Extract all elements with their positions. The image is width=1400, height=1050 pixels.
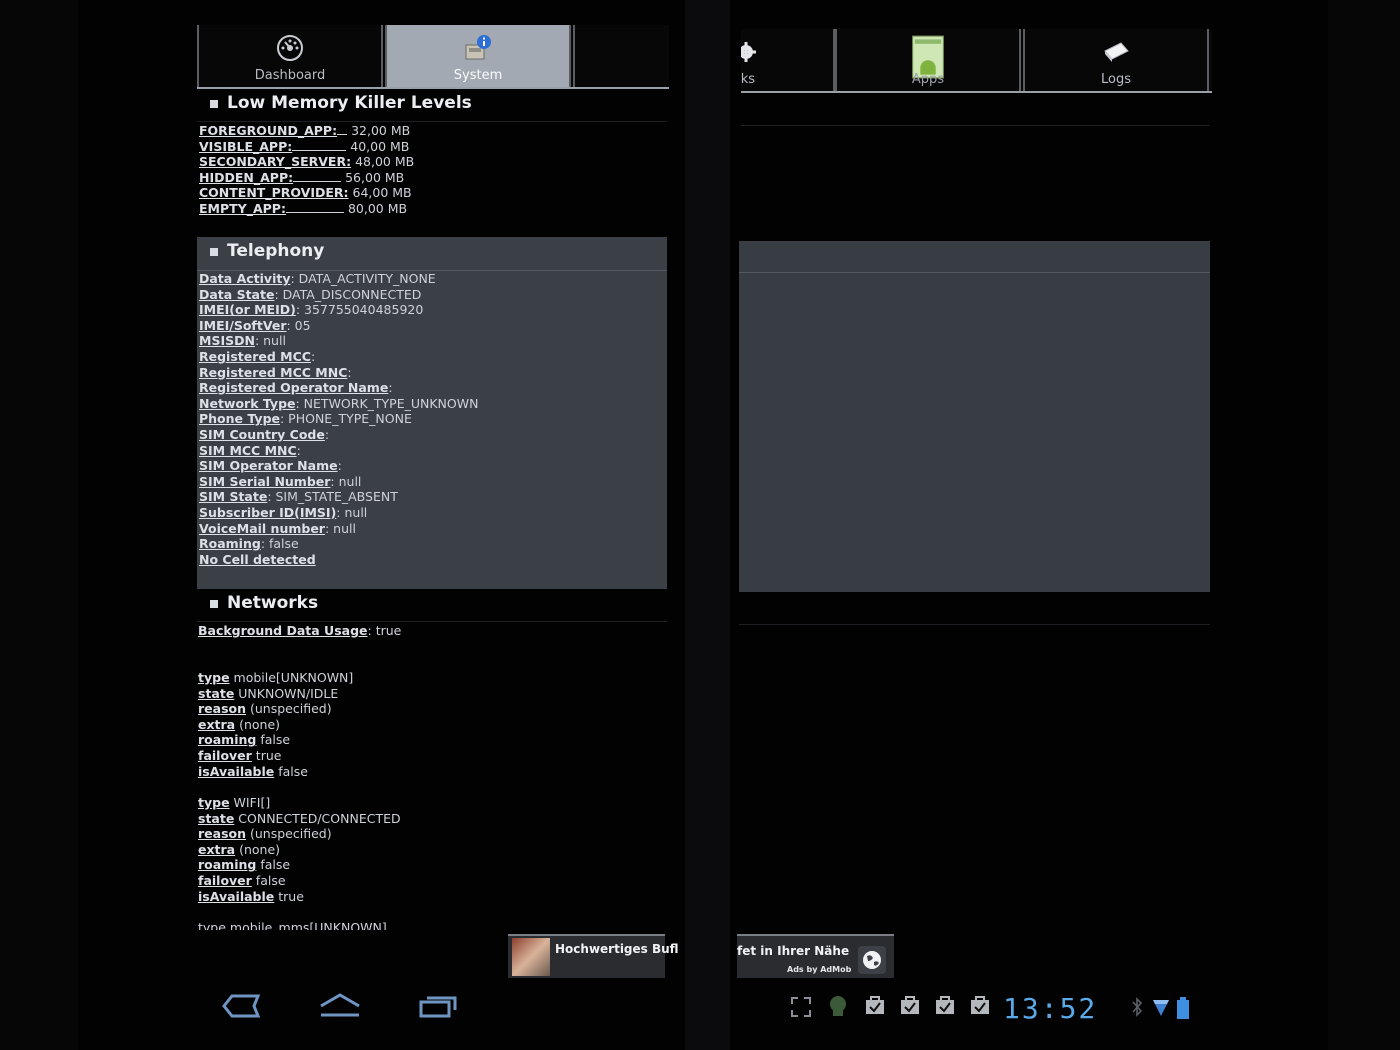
battery-icon xyxy=(1177,997,1189,1019)
list-item: VoiceMail number: null xyxy=(199,520,356,536)
section-title: Telephony xyxy=(227,241,325,261)
tab-label: Apps xyxy=(911,72,945,87)
tab-dashboard[interactable]: Dashboard xyxy=(197,25,383,87)
list-item: IMEI(or MEID): 357755040485920 xyxy=(199,302,424,318)
tab-tasks-right[interactable]: sks xyxy=(741,29,835,91)
list-item: SIM Serial Number: null xyxy=(199,473,362,489)
list-item: roaming false xyxy=(198,732,291,748)
tab-tasks[interactable]: Ta xyxy=(573,25,669,87)
system-info-icon xyxy=(465,35,491,60)
list-item: FOREGROUND_APP: 32,00 MB xyxy=(199,123,411,138)
networks-list: Background Data Usage: true xyxy=(198,623,401,639)
tab-label: System xyxy=(453,68,503,83)
tab-logs[interactable]: Logs xyxy=(1023,29,1209,91)
list-item: reason (unspecified) xyxy=(198,826,332,842)
list-item: CONTENT_PROVIDER: 64,00 MB xyxy=(199,185,412,201)
tab-apps[interactable]: Apps xyxy=(835,29,1021,91)
ad-text: fet in Ihrer Nähe xyxy=(737,944,850,958)
tab-label: Logs xyxy=(1101,72,1131,87)
low-memory-header: Low Memory Killer Levels xyxy=(197,88,667,118)
home-icon[interactable] xyxy=(318,992,362,1018)
dashboard-icon xyxy=(277,35,303,61)
list-item: Background Data Usage: true xyxy=(198,623,402,638)
telephony-header: Telephony xyxy=(197,236,667,266)
networks-header: Networks xyxy=(197,588,667,618)
list-item: extra (none) xyxy=(198,716,281,732)
wifi-signal-icon xyxy=(1153,1000,1169,1016)
ad-banner-left[interactable]: Hochwertiges Bufl xyxy=(508,934,679,978)
low-memory-list: FOREGROUND_APP: 32,00 MB VISIBLE_APP: 40… xyxy=(199,123,414,217)
download-done-icon xyxy=(971,996,989,1014)
list-item: SIM Operator Name: xyxy=(199,458,342,474)
fullscreen-icon[interactable] xyxy=(790,996,812,1018)
list-item: SECONDARY_SERVER: 48,00 MB xyxy=(199,154,415,170)
list-item: Network Type: NETWORK_TYPE_UNKNOWN xyxy=(199,395,479,411)
list-item: isAvailable true xyxy=(198,888,304,904)
list-item: VISIBLE_APP: 40,00 MB xyxy=(199,138,410,154)
list-item: reason (unspecified) xyxy=(198,701,332,717)
list-item: Registered MCC MNC: xyxy=(199,364,352,380)
list-item: Roaming: false xyxy=(199,536,299,552)
mirror-divider xyxy=(685,0,730,1050)
section-bullet-icon xyxy=(210,248,218,256)
tab-label: Dashboard xyxy=(254,68,326,83)
logs-eraser-icon xyxy=(1104,42,1129,62)
list-item: MSISDN: null xyxy=(199,333,286,349)
divider xyxy=(741,125,1210,126)
tasks-gear-icon xyxy=(741,42,756,62)
mirror-panel xyxy=(739,241,1210,592)
ad-attribution: Ads by AdMob xyxy=(787,965,852,974)
ad-thumbnail-image xyxy=(512,938,550,976)
recent-apps-icon[interactable] xyxy=(418,994,458,1018)
list-item: Registered MCC: xyxy=(199,348,316,364)
section-bullet-icon xyxy=(210,100,218,108)
list-item: type WIFI[] xyxy=(198,795,271,810)
list-item: EMPTY_APP: 80,00 MB xyxy=(199,200,408,216)
divider xyxy=(739,624,1210,625)
divider xyxy=(197,621,667,622)
app-notification-icon xyxy=(830,996,846,1016)
download-done-icon xyxy=(866,996,884,1014)
network-cut-row: type mobile_mms[UNKNOWN] xyxy=(198,920,668,930)
list-item: type mobile_mms[UNKNOWN] xyxy=(198,920,387,930)
bluetooth-icon xyxy=(1132,997,1143,1017)
tab-bar-left: Dashboard System Ta xyxy=(197,25,669,89)
network-mobile-list: type mobile[UNKNOWN] state UNKNOWN/IDLE … xyxy=(198,670,353,779)
list-item: Data State: DATA_DISCONNECTED xyxy=(199,286,422,302)
list-item: state UNKNOWN/IDLE xyxy=(198,685,339,701)
list-item: failover true xyxy=(198,747,282,763)
list-item: Phone Type: PHONE_TYPE_NONE xyxy=(199,411,412,427)
list-item: type mobile[UNKNOWN] xyxy=(198,670,354,685)
list-item: Registered Operator Name: xyxy=(199,380,393,396)
ad-globe-icon[interactable] xyxy=(858,946,886,974)
ad-banner-right[interactable]: fet in Ihrer Nähe Ads by AdMob xyxy=(737,934,894,978)
list-item: Subscriber ID(IMSI): null xyxy=(199,504,368,520)
list-item: HIDDEN_APP: 56,00 MB xyxy=(199,169,405,185)
list-item: IMEI/SoftVer: 05 xyxy=(199,317,311,333)
divider xyxy=(197,121,667,122)
network-wifi-list: type WIFI[] state CONNECTED/CONNECTED re… xyxy=(198,795,401,904)
list-item: No Cell detected xyxy=(199,551,316,567)
list-item: SIM State: SIM_STATE_ABSENT xyxy=(199,489,398,505)
list-item: roaming false xyxy=(198,857,291,873)
list-item: SIM MCC MNC: xyxy=(199,442,301,458)
download-done-icon xyxy=(901,996,919,1014)
tab-bar-right: sks Apps Logs xyxy=(741,29,1212,93)
back-icon[interactable] xyxy=(222,994,262,1018)
list-item: SIM Country Code: xyxy=(199,426,330,442)
list-item: isAvailable false xyxy=(198,763,308,779)
tab-label: sks xyxy=(741,72,755,87)
list-item: state CONNECTED/CONNECTED xyxy=(198,810,401,826)
section-bullet-icon xyxy=(210,600,218,608)
list-item: Data Activity: DATA_ACTIVITY_NONE xyxy=(199,271,436,286)
section-title: Networks xyxy=(227,593,319,613)
ad-text: Hochwertiges Bufl xyxy=(555,942,679,956)
telephony-list: Data Activity: DATA_ACTIVITY_NONE Data S… xyxy=(199,271,478,567)
list-item: failover false xyxy=(198,872,286,888)
status-clock[interactable]: 13:52 xyxy=(1003,992,1097,1025)
download-done-icon xyxy=(936,996,954,1014)
list-item: extra (none) xyxy=(198,841,281,857)
section-title: Low Memory Killer Levels xyxy=(227,93,472,113)
tab-system[interactable]: System xyxy=(385,25,571,87)
